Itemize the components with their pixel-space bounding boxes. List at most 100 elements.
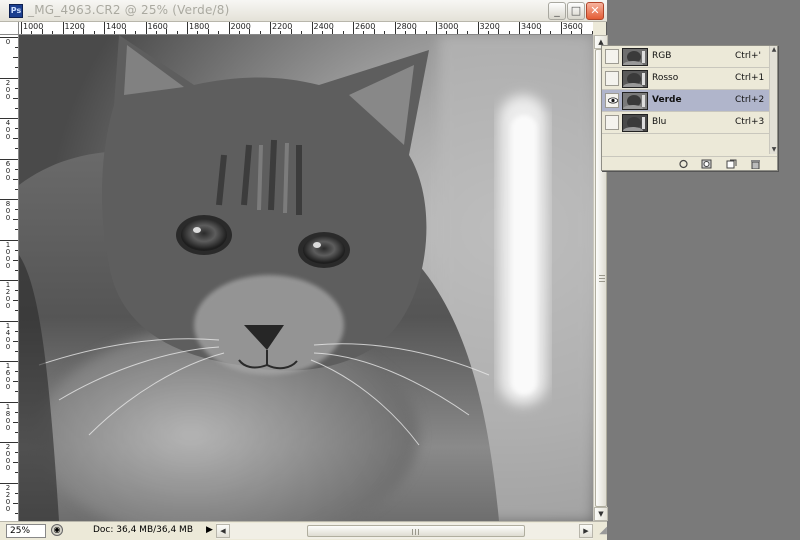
save-selection-icon[interactable]: [701, 159, 712, 169]
visibility-toggle[interactable]: [605, 93, 619, 108]
minimize-button[interactable]: _: [548, 2, 566, 20]
resize-grip-icon[interactable]: ◢: [593, 525, 607, 539]
ruler-minor-tick: [332, 29, 334, 34]
ruler-major-tick: [311, 22, 313, 34]
ruler-minor-tick: [15, 67, 18, 69]
grip-line: [599, 275, 605, 276]
ruler-minor-tick: [15, 310, 18, 312]
ruler-minor-tick: [15, 107, 18, 109]
scroll-left-icon[interactable]: ◀: [216, 524, 230, 538]
ruler-label: 3400: [521, 22, 542, 31]
visibility-toggle[interactable]: [605, 71, 619, 86]
ruler-minor-tick: [15, 330, 18, 332]
ruler-major-tick: [560, 22, 562, 34]
ruler-minor-tick: [425, 31, 427, 34]
image-canvas[interactable]: [19, 35, 593, 521]
ruler-minor-tick: [15, 371, 18, 373]
load-selection-icon[interactable]: [678, 159, 689, 169]
ruler-minor-tick: [529, 31, 531, 34]
visibility-toggle[interactable]: [605, 115, 619, 130]
ruler-minor-tick: [218, 31, 220, 34]
grip-line: [418, 529, 419, 535]
maximize-button[interactable]: □: [567, 2, 585, 20]
ruler-minor-tick: [15, 249, 18, 251]
channel-row-rgb[interactable]: RGB Ctrl+': [602, 46, 777, 68]
ruler-minor-tick: [15, 452, 18, 454]
zoom-level-field[interactable]: 25%: [6, 524, 46, 538]
channel-row-blu[interactable]: Blu Ctrl+3: [602, 112, 777, 134]
ruler-minor-tick: [15, 391, 18, 393]
ruler-minor-tick: [13, 138, 18, 140]
channels-panel-scrollbar[interactable]: ▲ ▼: [769, 46, 777, 154]
status-menu-arrow-icon[interactable]: ▶: [206, 525, 213, 535]
ruler-minor-tick: [13, 178, 18, 180]
ruler-minor-tick: [384, 31, 386, 34]
ruler-minor-tick: [13, 502, 18, 504]
scroll-down-icon[interactable]: ▼: [594, 507, 608, 521]
ruler-minor-tick: [446, 31, 448, 34]
channel-row-verde[interactable]: Verde Ctrl+2: [602, 90, 777, 112]
ruler-major-tick: [353, 22, 354, 34]
ruler-label: 1 6 0 0: [5, 362, 11, 391]
channel-shortcut: Ctrl+1: [735, 73, 765, 83]
ruler-major-tick: [62, 22, 64, 34]
ruler-minor-tick: [72, 31, 74, 34]
ruler-label: 2600: [355, 22, 376, 31]
ruler-minor-tick: [176, 31, 178, 34]
document-titlebar[interactable]: Ps _MG_4963.CR2 @ 25% (Verde/8) _ □ ✕: [0, 0, 607, 22]
status-bar: 25% ◉ Doc: 36,4 MB/36,4 MB ▶ ◀ ▶ ◢: [0, 521, 607, 540]
panel-scroll-down-icon[interactable]: ▼: [770, 146, 778, 154]
ruler-minor-tick: [13, 340, 18, 342]
ruler-label: 1 4 0 0: [5, 321, 11, 351]
cat-photo: [19, 35, 593, 521]
grip-line: [599, 278, 605, 279]
ruler-minor-tick: [15, 290, 18, 292]
delete-channel-icon[interactable]: [750, 159, 761, 169]
channel-name: RGB: [652, 51, 672, 61]
scroll-right-icon[interactable]: ▶: [579, 524, 593, 538]
ruler-major-tick: [145, 22, 147, 34]
channel-shortcut: Ctrl+3: [735, 117, 765, 127]
horizontal-scrollbar[interactable]: ◀ ▶: [216, 523, 593, 539]
status-info-icon[interactable]: ◉: [51, 524, 63, 536]
channels-panel: RGB Ctrl+' Rosso Ctrl+1 Verde Ctrl+2 Blu Ctrl+3: [601, 45, 778, 171]
grip-line: [599, 281, 605, 282]
grip-line: [412, 529, 413, 535]
ruler-origin[interactable]: [0, 22, 19, 35]
ruler-minor-tick: [15, 411, 18, 413]
ruler-major-tick: [270, 22, 271, 34]
ruler-label: 2200: [272, 22, 293, 31]
horizontal-ruler[interactable]: 1000 1200 1400 1600 1800 2000 2200 2400 2600 2800…: [19, 22, 593, 35]
ruler-minor-tick: [13, 381, 18, 383]
ruler-label: 0: [5, 38, 11, 46]
ruler-minor-tick: [280, 31, 282, 34]
ruler-minor-tick: [13, 421, 18, 423]
ruler-major-tick: [394, 22, 396, 34]
ruler-minor-tick: [13, 57, 18, 59]
ruler-label: 1 8 0 0: [5, 402, 11, 432]
channel-thumbnail: [622, 114, 648, 132]
eye-icon: [608, 97, 618, 104]
ruler-minor-tick: [135, 31, 137, 34]
panel-scroll-up-icon[interactable]: ▲: [770, 46, 778, 54]
ruler-minor-tick: [15, 350, 18, 352]
ruler-label: 1400: [106, 22, 127, 31]
ruler-minor-tick: [373, 29, 375, 34]
ruler-minor-tick: [13, 219, 18, 221]
ruler-minor-tick: [93, 31, 95, 34]
horizontal-scroll-thumb[interactable]: [307, 525, 525, 537]
ruler-minor-tick: [114, 31, 116, 34]
document-size-info: Doc: 36,4 MB/36,4 MB: [93, 525, 193, 535]
ruler-minor-tick: [15, 512, 18, 514]
ruler-minor-tick: [41, 29, 43, 34]
new-channel-icon[interactable]: [726, 159, 737, 169]
ruler-minor-tick: [15, 168, 18, 170]
close-button[interactable]: ✕: [586, 2, 604, 20]
ruler-label: 2 0 0 0: [5, 443, 11, 472]
ruler-major-tick: [187, 22, 188, 34]
ruler-minor-tick: [259, 31, 261, 34]
channel-row-rosso[interactable]: Rosso Ctrl+1: [602, 68, 777, 90]
ruler-label: 3200: [479, 22, 500, 31]
vertical-ruler[interactable]: 0 2 0 0 4 0 0 6 0 0 8 0 0 1 0 0 0 1 2 0 0 1 4 0…: [0, 35, 19, 521]
visibility-toggle[interactable]: [605, 49, 619, 64]
